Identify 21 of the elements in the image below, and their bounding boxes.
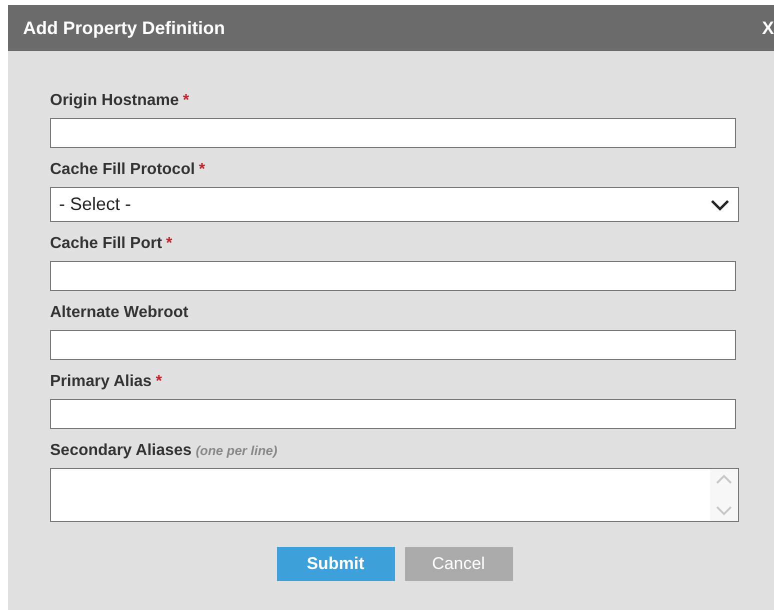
submit-button[interactable]: Submit xyxy=(276,547,394,581)
required-mark: * xyxy=(198,160,206,180)
required-mark: * xyxy=(166,234,172,254)
field-hint: (one per line) xyxy=(196,442,278,460)
field-label: Primary Alias xyxy=(50,372,152,392)
dialog-title: Add Property Definition xyxy=(23,16,225,40)
field-label: Cache Fill Port xyxy=(50,234,162,254)
required-mark: * xyxy=(182,91,190,111)
chevron-down-icon xyxy=(710,198,730,210)
required-mark: * xyxy=(156,372,162,392)
select-field[interactable]: - Select - xyxy=(50,187,739,222)
field-label: Origin Hostname xyxy=(50,91,179,111)
text-field[interactable] xyxy=(50,330,736,360)
field-label: Cache Fill Protocol xyxy=(50,160,195,180)
close-button[interactable]: X xyxy=(762,14,774,42)
textarea-field[interactable] xyxy=(50,468,739,522)
field-label: Alternate Webroot xyxy=(50,303,188,323)
text-field[interactable] xyxy=(50,118,736,148)
text-field[interactable] xyxy=(50,261,736,291)
text-field[interactable] xyxy=(50,399,736,429)
field-label: Secondary Aliases xyxy=(50,441,192,461)
